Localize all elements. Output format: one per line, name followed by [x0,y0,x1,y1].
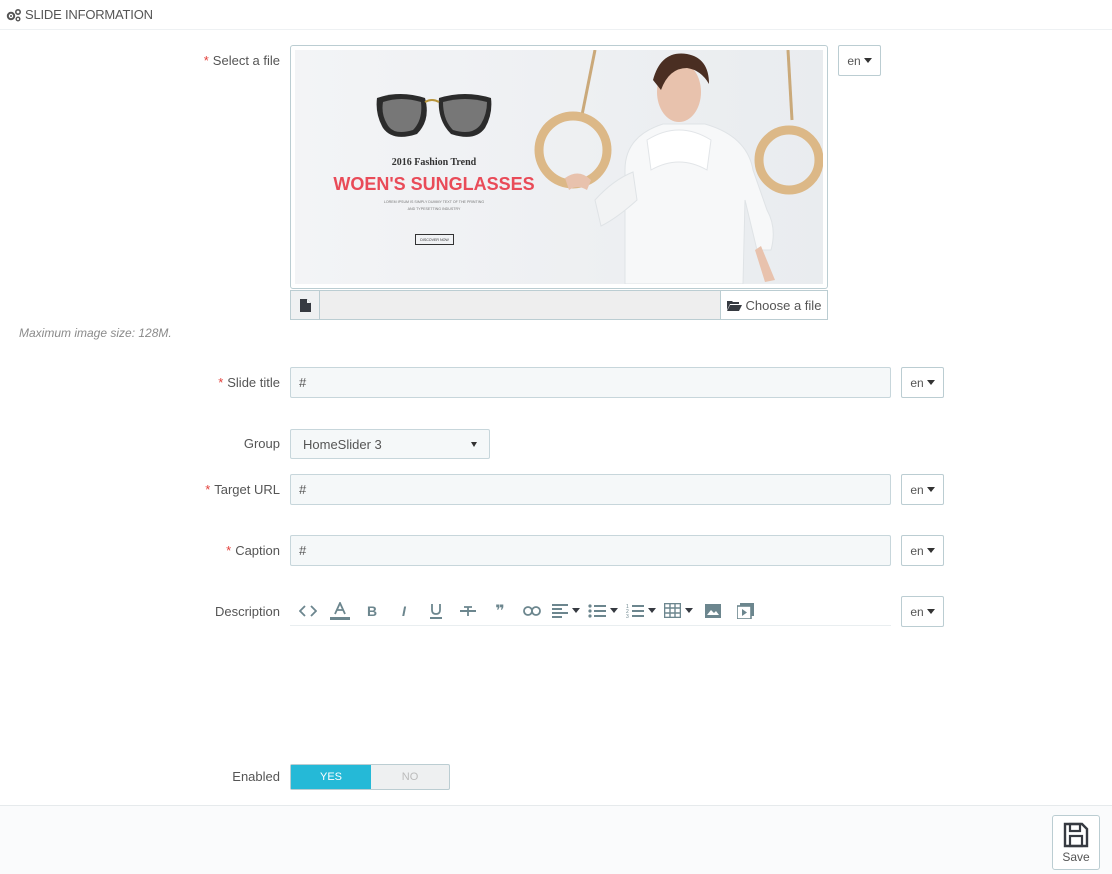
banner-body-line-1: LOREM IPSUM IS SIMPLY DUMMY TEXT OF THE … [383,200,485,204]
choose-file-button[interactable]: Choose a file [720,290,828,320]
file-icon-box [290,290,320,320]
caption-lang-dropdown[interactable]: en [901,535,944,566]
chevron-down-icon [685,608,693,613]
slide-title-label: * Slide title [218,375,280,390]
table-icon[interactable] [664,599,693,623]
panel-heading: SLIDE INFORMATION [0,0,1112,30]
caret-down-icon [926,487,935,492]
file-lang-dropdown[interactable]: en [838,45,881,76]
target-url-lang-dropdown[interactable]: en [901,474,944,505]
banner-discover-button: DISCOVER NOW [415,234,454,245]
numbered-list-icon[interactable]: 123 [626,599,656,623]
file-icon [299,298,311,312]
font-color-icon[interactable] [328,599,352,623]
italic-icon[interactable]: I [392,599,416,623]
description-editor-area[interactable] [290,627,891,747]
target-url-label: * Target URL [205,482,280,497]
enabled-yes-option[interactable]: YES [291,765,371,789]
select-arrow-icon [471,441,477,447]
enabled-no-option[interactable]: NO [371,765,449,789]
banner-body-line-2: AND TYPESETTING INDUSTRY [407,207,461,211]
file-label: * Select a file [203,53,280,68]
chevron-down-icon [648,608,656,613]
cogs-icon [6,8,22,21]
caret-down-icon [926,548,935,553]
editor-toolbar: B I ❞ 123 [290,596,891,626]
blockquote-icon[interactable]: ❞ [488,599,512,623]
underline-icon[interactable] [424,599,448,623]
strikethrough-icon[interactable] [456,599,480,623]
panel-footer [0,805,1112,874]
target-url-input[interactable]: # [290,474,891,505]
enabled-label: Enabled [232,769,280,784]
banner-headline: WOEN'S SUNGLASSES [333,174,535,194]
link-icon[interactable] [520,599,544,623]
panel-title: SLIDE INFORMATION [25,7,153,22]
chevron-down-icon [610,608,618,613]
video-icon[interactable] [733,599,757,623]
caret-down-icon [863,58,872,63]
file-name-field[interactable] [319,290,721,320]
description-lang-dropdown[interactable]: en [901,596,944,627]
caret-down-icon [926,380,935,385]
banner-image: 2016 Fashion Trend WOEN'S SUNGLASSES LOR… [295,50,823,284]
caption-input[interactable]: # [290,535,891,566]
floppy-disk-icon [1063,822,1089,847]
group-select[interactable]: HomeSlider 3 [290,429,490,459]
banner-small-headline: 2016 Fashion Trend [391,157,477,168]
chevron-down-icon [572,608,580,613]
image-icon[interactable] [701,599,725,623]
slide-title-lang-dropdown[interactable]: en [901,367,944,398]
file-picker: Choose a file [290,290,828,320]
svg-text:3: 3 [626,614,629,618]
bullet-list-icon[interactable] [588,599,618,623]
description-label: Description [214,604,280,619]
caret-down-icon [926,609,935,614]
slide-title-input[interactable]: # [290,367,891,398]
max-size-hint: Maximum image size: 128M. [19,326,172,340]
align-icon[interactable] [552,599,580,623]
enabled-switch[interactable]: YES NO [290,764,450,790]
folder-open-icon [726,300,742,311]
caption-label: * Caption [226,543,280,558]
image-preview: 2016 Fashion Trend WOEN'S SUNGLASSES LOR… [290,45,828,289]
bold-icon[interactable]: B [360,599,384,623]
save-button[interactable]: Save [1052,815,1100,870]
group-label: Group [243,436,280,451]
code-icon[interactable] [296,599,320,623]
